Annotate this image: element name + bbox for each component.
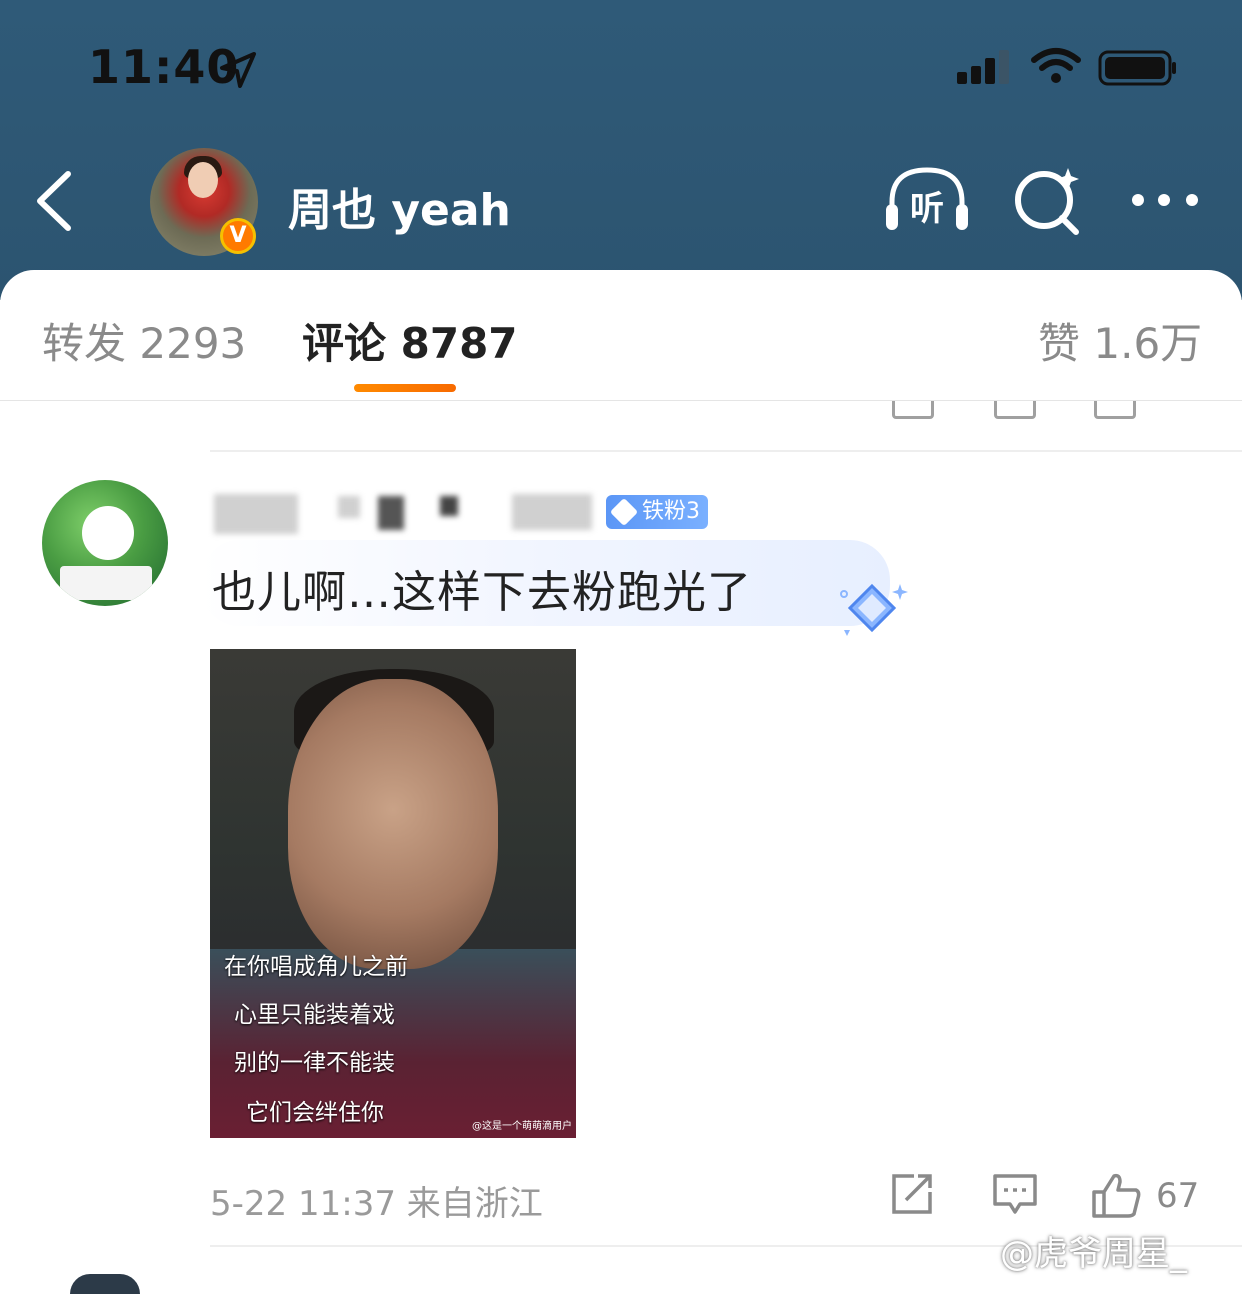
image-caption-line-2: 心里只能装着戏	[234, 1002, 395, 1028]
headphones-listen-icon[interactable]: 听	[884, 166, 970, 234]
comment-text: 也儿啊…这样下去粉跑光了	[212, 567, 752, 618]
tab-reposts-count: 2293	[139, 319, 247, 368]
image-caption-line-1: 在你唱成角儿之前	[224, 954, 408, 980]
tab-likes[interactable]: 赞 1.6万	[1038, 310, 1202, 371]
listen-label: 听	[910, 189, 944, 229]
previous-comment-footer-partial	[0, 401, 1242, 425]
like-thumb-icon[interactable]	[1090, 1172, 1142, 1220]
share-icon[interactable]	[890, 1172, 934, 1216]
image-caption-line-3: 别的一律不能装	[234, 1050, 395, 1076]
tab-comments-label: 评论	[302, 319, 387, 368]
active-tab-indicator	[354, 384, 456, 392]
tab-likes-count: 1.6万	[1093, 319, 1203, 368]
more-options-icon[interactable]	[1130, 186, 1202, 214]
tab-comments[interactable]: 评论 8787	[302, 310, 518, 371]
page-title[interactable]: 周也 yeah	[288, 174, 511, 238]
reply-icon[interactable]	[994, 401, 1036, 419]
search-sparkle-icon[interactable]	[1012, 166, 1082, 236]
image-watermark: @这是一个萌萌滴用户	[472, 1121, 572, 1132]
location-arrow-icon	[220, 52, 256, 88]
image-caption-line-4: 它们会绊住你	[246, 1100, 384, 1126]
tab-likes-label: 赞	[1038, 319, 1081, 368]
verified-badge-icon: V	[220, 218, 256, 254]
comment-divider	[210, 450, 1242, 452]
battery-icon	[1098, 50, 1176, 86]
commenter-avatar[interactable]	[42, 480, 168, 606]
comment-image[interactable]: 在你唱成角儿之前 心里只能装着戏 别的一律不能装 它们会绊住你 @这是一个萌萌滴…	[210, 649, 576, 1138]
bubble-diamond-icon	[840, 583, 908, 636]
comment-meta: 5-22 11:37 来自浙江	[210, 1184, 543, 1224]
reply-icon[interactable]	[992, 1172, 1038, 1218]
diamond-icon	[609, 497, 639, 527]
tab-reposts-label: 转发	[42, 319, 127, 368]
status-time: 11:40	[88, 40, 240, 94]
back-chevron-icon[interactable]	[30, 170, 80, 232]
tab-comments-count: 8787	[400, 319, 518, 368]
like-count: 67	[1156, 1176, 1200, 1216]
like-icon[interactable]	[1094, 401, 1136, 419]
wifi-icon	[1031, 48, 1081, 83]
share-icon[interactable]	[892, 401, 934, 419]
next-commenter-avatar-partial[interactable]	[70, 1274, 140, 1294]
weibo-watermark: @虎爷周星_	[1000, 1234, 1187, 1274]
cellular-signal-icon	[955, 48, 1015, 88]
fan-level-badge: 铁粉3	[606, 495, 708, 529]
tab-reposts[interactable]: 转发 2293	[42, 310, 246, 371]
